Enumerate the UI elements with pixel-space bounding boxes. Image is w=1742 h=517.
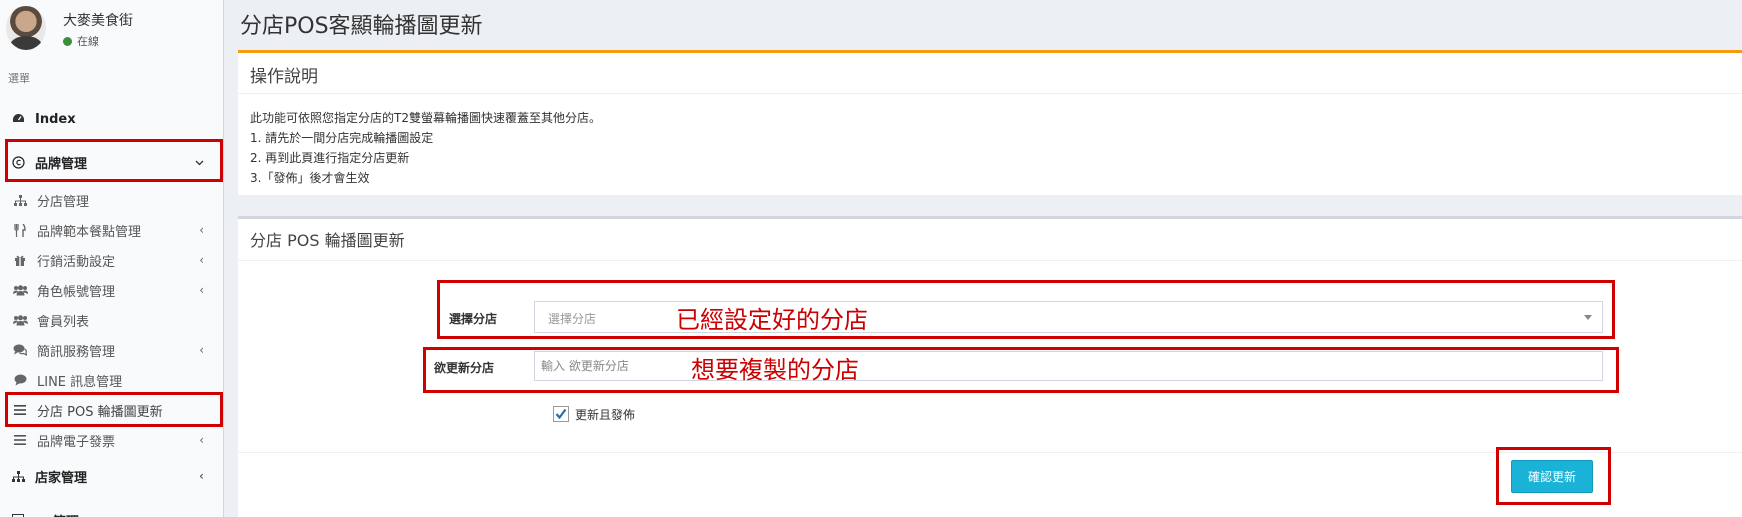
sidebar-item-sms-service[interactable]: 簡訊服務管理 ‹ xyxy=(0,337,224,363)
avatar xyxy=(6,6,46,50)
divider xyxy=(238,260,1742,261)
sidebar-item-label: 管理 xyxy=(53,511,79,517)
menu-header: 選單 xyxy=(8,72,30,85)
instructions-box: 操作說明 此功能可依照您指定分店的T2雙螢幕輪播圖快速覆蓋至其他分店。 1. 請… xyxy=(238,50,1742,195)
sidebar: 大麥美食街 在線 選單 Index 品牌管理 分店管理 品牌範本餐點管理 ‹ 行… xyxy=(0,0,224,517)
sidebar-item-management[interactable]: 管理 xyxy=(0,505,224,517)
user-status: 在線 xyxy=(63,33,99,49)
sidebar-item-label: 品牌電子發票 xyxy=(37,434,116,450)
highlight-brand-management xyxy=(5,139,223,182)
instructions-line: 1. 請先於一間分店完成輪播圖設定 xyxy=(250,131,434,145)
publish-checkbox[interactable] xyxy=(553,406,569,422)
form-title: 分店 POS 輪播圖更新 xyxy=(250,231,405,250)
online-dot-icon xyxy=(63,36,72,46)
chevron-left-icon: ‹ xyxy=(199,283,204,297)
chevron-left-icon: ‹ xyxy=(199,469,204,483)
checkmark-icon xyxy=(555,408,567,420)
sidebar-item-label: Index xyxy=(35,111,76,127)
highlight-pos-carousel xyxy=(5,392,223,427)
chevron-left-icon: ‹ xyxy=(199,223,204,237)
instructions-line: 2. 再到此頁進行指定分店更新 xyxy=(250,151,410,165)
sitemap-icon xyxy=(10,470,26,482)
sidebar-item-store-management[interactable]: 店家管理 ‹ xyxy=(0,461,224,491)
sidebar-item-line-message[interactable]: LINE 訊息管理 xyxy=(0,367,224,393)
chevron-left-icon: ‹ xyxy=(199,433,204,447)
sidebar-item-label: 行銷活動設定 xyxy=(37,254,116,270)
sidebar-item-e-invoice[interactable]: 品牌電子發票 ‹ xyxy=(0,427,224,453)
users-icon xyxy=(12,284,28,296)
publish-checkbox-label[interactable]: 更新且發佈 xyxy=(575,406,635,423)
cutlery-icon xyxy=(12,223,28,237)
sidebar-item-index[interactable]: Index xyxy=(0,104,224,134)
highlight-confirm-button xyxy=(1496,447,1611,505)
sidebar-item-label: 簡訊服務管理 xyxy=(37,344,116,360)
sidebar-item-label: 店家管理 xyxy=(35,470,88,486)
sidebar-item-member-list[interactable]: 會員列表 xyxy=(0,307,224,333)
instructions-line: 此功能可依照您指定分店的T2雙螢幕輪播圖快速覆蓋至其他分店。 xyxy=(250,111,601,125)
user-status-label: 在線 xyxy=(77,35,99,48)
comments-icon xyxy=(12,344,28,356)
chevron-left-icon: ‹ xyxy=(199,253,204,267)
user-name: 大麥美食街 xyxy=(63,13,133,29)
gift-icon xyxy=(12,254,28,266)
sidebar-item-branch-management[interactable]: 分店管理 xyxy=(0,187,224,213)
sidebar-item-label: 會員列表 xyxy=(37,314,90,330)
highlight-target-branch xyxy=(423,347,1619,393)
comment-icon xyxy=(12,374,28,386)
instructions-title: 操作說明 xyxy=(250,67,318,87)
page-title: 分店POS客顯輪播圖更新 xyxy=(240,14,483,39)
divider xyxy=(238,93,1742,94)
sidebar-item-label: LINE 訊息管理 xyxy=(37,374,123,390)
sidebar-item-label: 品牌範本餐點管理 xyxy=(37,224,142,240)
users-icon xyxy=(12,314,28,326)
sidebar-item-role-accounts[interactable]: 角色帳號管理 ‹ xyxy=(0,277,224,303)
sidebar-item-label: 分店管理 xyxy=(37,194,90,210)
sitemap-icon xyxy=(12,194,28,206)
dashboard-icon xyxy=(10,113,26,125)
sidebar-item-brand-menu[interactable]: 品牌範本餐點管理 ‹ xyxy=(0,217,224,243)
highlight-select-branch xyxy=(437,280,1615,339)
bars-icon xyxy=(12,435,28,445)
user-panel: 大麥美食街 在線 xyxy=(0,0,224,60)
chevron-left-icon: ‹ xyxy=(199,343,204,357)
instructions-line: 3.「發佈」後才會生效 xyxy=(250,171,370,185)
sidebar-item-label: 角色帳號管理 xyxy=(37,284,116,300)
sidebar-item-marketing[interactable]: 行銷活動設定 ‹ xyxy=(0,247,224,273)
